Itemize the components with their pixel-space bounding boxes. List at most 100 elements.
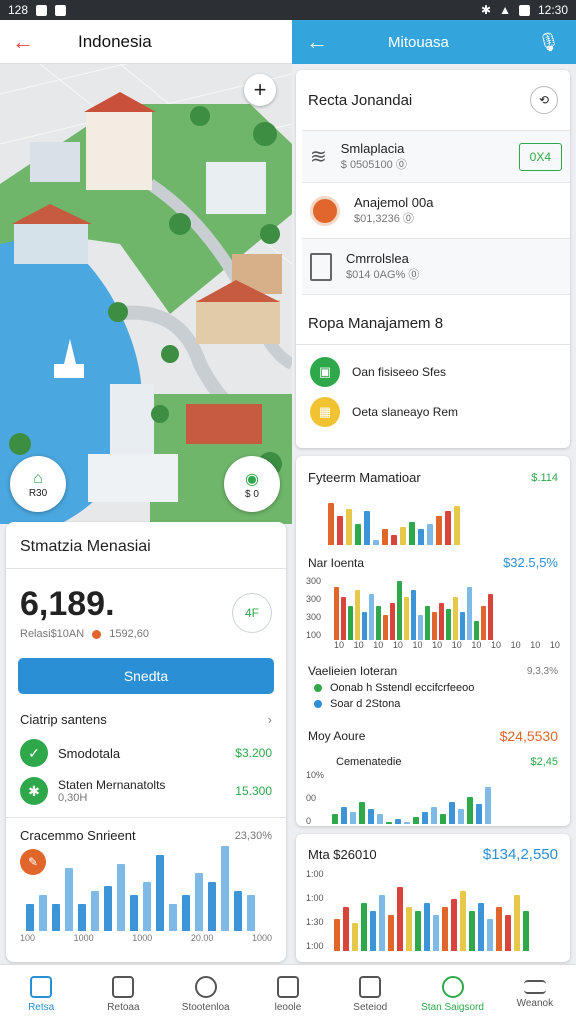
section-title: Ropa Manajamem 8 — [296, 295, 570, 345]
chart-bar — [386, 821, 392, 824]
chart-bar — [413, 816, 419, 824]
chart-bar — [439, 602, 444, 640]
summary-chart-ticks: 100 1000 1000 20.00 1000 — [20, 933, 272, 943]
chart-bar — [350, 811, 356, 824]
chart-bar — [404, 596, 409, 640]
y-tick: 00 — [306, 793, 317, 803]
list-item-sub: $ 0505100 ⓪ — [340, 159, 407, 171]
nav-item-grid[interactable]: leoole — [247, 965, 329, 1024]
map-pin-right[interactable]: ◉ $ 0 — [224, 456, 280, 512]
gear-icon: ✱ — [20, 777, 48, 805]
status-bar: 128 ✱ ▲ 12:30 — [0, 0, 576, 20]
mini-bars — [332, 774, 491, 824]
left-header: ← Indonesia — [0, 20, 292, 64]
chart-bar — [415, 911, 421, 951]
x-tick: 10 — [530, 640, 541, 650]
chart-bar — [478, 903, 484, 951]
chevron-right-icon: › — [267, 712, 272, 727]
y-tick: 300 — [306, 594, 322, 604]
list-item-label: Smodotala — [58, 745, 121, 761]
analytics-subtitle: Nar Ioenta — [308, 555, 365, 570]
nav-label: leoole — [274, 1002, 302, 1013]
y-tick: 1:00 — [306, 893, 324, 903]
map-pin-left[interactable]: ⌂ R30 — [10, 456, 66, 512]
list-item[interactable]: Cmrrolslea $014 0AG% ⓪ — [302, 239, 570, 295]
calendar-icon: ▦ — [310, 397, 340, 427]
nav-item-search[interactable]: Stan Saigsord — [411, 965, 493, 1024]
list-item[interactable]: ▦ Oeta slaneayo Rem — [296, 387, 570, 427]
chart-bar — [348, 605, 353, 640]
chart-bar — [376, 605, 381, 640]
chart-bar — [364, 511, 370, 545]
chart-bar — [514, 895, 520, 951]
y-tick: 10% — [306, 770, 325, 780]
microphone-icon[interactable]: 🎙 — [537, 32, 560, 53]
chart-bar — [369, 593, 374, 640]
list-item[interactable]: ≋ Smlaplacia $ 0505100 ⓪ 0X4 — [302, 130, 570, 183]
chart-bar — [355, 524, 361, 545]
list-item[interactable]: ▣ Oan fisiseeo Sfes — [296, 345, 570, 387]
document-icon — [359, 976, 382, 998]
arrow-left-icon[interactable]: ← — [12, 29, 52, 55]
item-badge[interactable]: 0X4 — [518, 142, 562, 171]
arrow-left-icon[interactable]: ← — [306, 29, 328, 55]
x-tick: 10 — [549, 640, 560, 650]
trend-badge[interactable]: 4F — [232, 592, 272, 633]
bluetooth-icon: ✱ — [481, 3, 492, 17]
nav-item-heart[interactable]: Stootenloa — [165, 965, 247, 1024]
recent-card: Recta Jonandai ⟲ ≋ Smlaplacia $ 0505100 … — [296, 70, 570, 448]
x-tick: 10 — [491, 640, 502, 650]
nav-item-building[interactable]: Retoaa — [82, 965, 164, 1024]
search-icon — [441, 976, 464, 998]
list-item-sub: $01,3236 ⓪ — [354, 213, 414, 225]
chart-bar — [247, 895, 255, 931]
x-tick: 10 — [471, 640, 482, 650]
chart-bar — [39, 895, 47, 931]
chart-bar — [370, 911, 376, 951]
refresh-icon[interactable]: ⟲ — [530, 86, 558, 114]
page-title: Indonesia — [78, 31, 152, 51]
tick-label: 1000 — [73, 933, 94, 943]
legend-item: Oonab h Sstendl eccifcrfeeoo — [296, 678, 570, 694]
analytics-main-chart: 300 300 300 100 10 10 10 10 10 10 10 10 10 10 10 10 — [306, 576, 560, 650]
primary-button[interactable]: Snedta — [18, 658, 274, 694]
chart-bar — [221, 845, 229, 931]
chart-bar — [343, 907, 349, 951]
analytics-card: Fyteerm Mamatioar $.114 Nar Ioenta $32.5… — [296, 456, 570, 826]
status-time-right: 12:30 — [537, 3, 568, 17]
chart-bar — [373, 539, 379, 545]
chart-bar — [418, 615, 423, 640]
coin-icon — [310, 195, 340, 226]
chart-bar — [523, 911, 529, 951]
summary-card: Stmatzia Menasiai 6,189. Relasi$10AN 159… — [6, 522, 286, 962]
city-map[interactable]: + ⌂ R30 ◉ $ 0 — [0, 64, 292, 524]
section-row[interactable]: Ciatrip santens › — [6, 694, 286, 727]
chart-bar — [505, 915, 511, 951]
chart-bar — [361, 903, 367, 951]
chart-bar — [104, 886, 112, 931]
chart-bar — [424, 903, 430, 951]
chart-bar — [476, 804, 482, 824]
chart-bar — [355, 590, 360, 640]
x-tick: 10 — [451, 640, 462, 650]
list-item-label: Anajemol 00a — [354, 195, 434, 210]
analytics-top-bars — [328, 493, 556, 545]
document-icon — [310, 252, 332, 281]
chart-bar — [368, 809, 374, 824]
chart-bar — [26, 904, 34, 931]
nav-item-menu[interactable]: Weanok — [494, 965, 576, 1024]
list-item[interactable]: Anajemol 00a $01,3236 ⓪ — [302, 183, 570, 239]
tick-label: 1000 — [251, 933, 272, 943]
zoom-in-button[interactable]: + — [244, 74, 276, 106]
nav-label: Retoaa — [107, 1002, 140, 1013]
chart-bar — [458, 809, 464, 824]
nav-item-document[interactable]: Seteiod — [329, 965, 411, 1024]
building-icon — [112, 976, 135, 998]
list-item[interactable]: ✱ Staten Mernanatolts 0,30H 15.300 — [6, 767, 286, 805]
summary-subtext-a: Relasi$10AN — [20, 628, 85, 640]
chart-bar — [454, 506, 460, 545]
list-item[interactable]: ✓ Smodotala $3.200 — [6, 727, 286, 767]
signal-icon: ▲ — [499, 3, 511, 17]
summary-bar-chart — [26, 841, 255, 931]
nav-item-home[interactable]: Retsa — [0, 965, 82, 1024]
